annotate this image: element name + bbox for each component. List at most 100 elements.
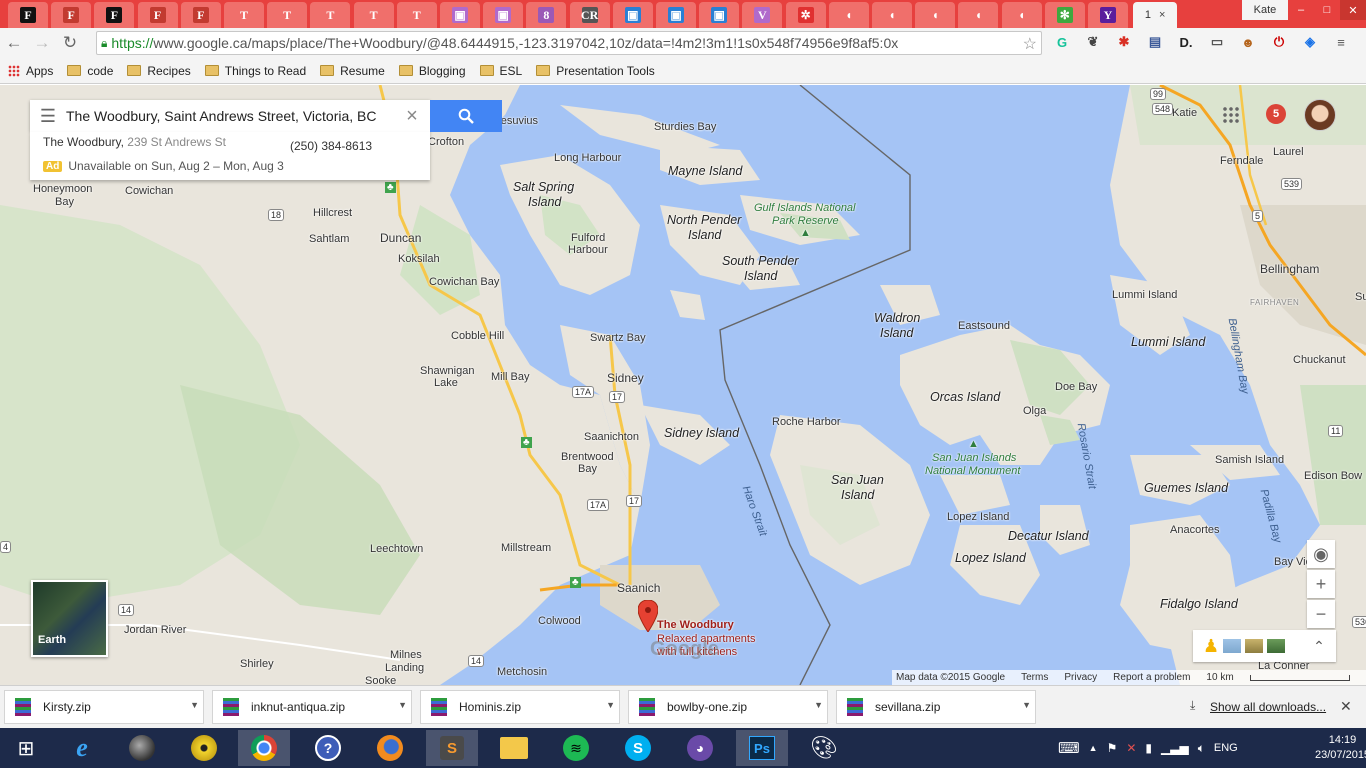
shield-extension-icon[interactable]: ◈ <box>1298 30 1322 54</box>
browser-tab[interactable]: ✲ <box>785 2 826 28</box>
grammarly-icon[interactable]: G <box>1050 30 1074 54</box>
browser-tab[interactable]: T <box>310 2 351 28</box>
browser-tab[interactable]: T <box>224 2 264 28</box>
browser-tab[interactable]: F <box>137 2 178 28</box>
system-clock[interactable]: 14:19 23/07/2015 <box>1315 733 1366 763</box>
browser-tab[interactable]: ◖ <box>1001 2 1042 28</box>
browser-tab[interactable]: F <box>94 2 135 28</box>
browser-tab[interactable]: F <box>180 2 221 28</box>
show-all-downloads-link[interactable]: Show all downloads... <box>1210 700 1326 714</box>
browser-tab[interactable]: T <box>396 2 437 28</box>
globe-app-taskbar-button[interactable] <box>116 730 168 766</box>
place-marker[interactable] <box>637 599 659 635</box>
cast-icon[interactable]: ▭ <box>1205 30 1229 54</box>
close-downloads-bar-button[interactable]: ✕ <box>1340 698 1352 715</box>
face-extension-icon[interactable]: ☻ <box>1236 30 1260 54</box>
search-input[interactable]: The Woodbury, Saint Andrews Street, Vict… <box>66 108 394 124</box>
hamburger-menu-icon[interactable]: ☰ <box>30 106 66 127</box>
browser-tab[interactable]: F <box>51 2 92 28</box>
browser-tab[interactable]: V <box>742 2 783 28</box>
bookmark-folder-things-to-read[interactable]: Things to Read <box>204 64 306 78</box>
show-hidden-icons-chevron-icon[interactable]: ▲ <box>1089 743 1098 753</box>
browser-tab[interactable]: T <box>267 2 308 28</box>
imagery-thumbnail[interactable] <box>1223 639 1242 653</box>
spotify-taskbar-button[interactable]: ≋ <box>550 730 602 766</box>
browser-tab[interactable]: 8 <box>526 2 567 28</box>
browser-tab[interactable]: T <box>353 2 394 28</box>
browser-tab[interactable]: ▣ <box>656 2 696 28</box>
download-item[interactable]: inknut-antiqua.zip ▼ <box>212 690 412 724</box>
download-menu-arrow-icon[interactable]: ▼ <box>606 700 615 710</box>
sublime-text-taskbar-button[interactable]: S <box>426 730 478 766</box>
reload-button[interactable]: ↻ <box>56 29 84 57</box>
signal-icon[interactable]: ▁▃▅ <box>1161 741 1189 755</box>
cat-app-taskbar-button[interactable]: ◕ <box>674 730 726 766</box>
close-window-button[interactable]: ✕ <box>1340 0 1366 20</box>
internet-explorer-taskbar-button[interactable]: e <box>56 730 108 766</box>
forward-button[interactable]: → <box>28 29 56 57</box>
d-extension-icon[interactable]: D. <box>1174 30 1198 54</box>
zoom-out-button[interactable]: − <box>1307 600 1335 628</box>
expand-chevron-icon[interactable]: ⌃ <box>1313 638 1325 655</box>
terms-link[interactable]: Terms <box>1021 672 1048 683</box>
bookmark-folder-code[interactable]: code <box>67 64 113 78</box>
firefox-taskbar-button[interactable] <box>364 730 416 766</box>
search-result-card[interactable]: The Woodbury, 239 St Andrews St (250) 38… <box>30 132 430 180</box>
power-extension-icon[interactable]: ⏻ <box>1267 30 1291 54</box>
street-view-imagery-strip[interactable]: ♟ ⌃ <box>1193 630 1336 662</box>
back-button[interactable]: ← <box>0 29 28 57</box>
earth-view-toggle[interactable]: Earth <box>31 580 108 657</box>
browser-tab[interactable]: ▣ <box>440 2 480 28</box>
chrome-taskbar-button[interactable] <box>238 730 290 766</box>
asterisk-extension-icon[interactable]: ✱ <box>1112 30 1136 54</box>
active-browser-tab[interactable]: 1 × <box>1133 2 1178 28</box>
pin-title[interactable]: The Woodbury <box>657 619 734 631</box>
browser-tab[interactable]: ▣ <box>612 2 653 28</box>
browser-tab[interactable]: F <box>8 2 48 28</box>
close-tab-icon[interactable]: × <box>1159 9 1165 21</box>
bookmark-folder-esl[interactable]: ESL <box>479 64 522 78</box>
download-item[interactable]: sevillana.zip ▼ <box>836 690 1036 724</box>
bookmark-folder-presentation-tools[interactable]: Presentation Tools <box>536 64 655 78</box>
bookmark-folder-blogging[interactable]: Blogging <box>398 64 466 78</box>
apps-launcher-icon[interactable] <box>1222 106 1240 124</box>
imagery-thumbnail[interactable] <box>1267 639 1286 653</box>
browser-tab[interactable]: ◖ <box>872 2 912 28</box>
imagery-thumbnail[interactable] <box>1245 639 1264 653</box>
download-menu-arrow-icon[interactable]: ▼ <box>398 700 407 710</box>
pegman-icon[interactable]: ♟ <box>1203 636 1219 657</box>
profile-name-button[interactable]: Kate <box>1242 0 1288 20</box>
chrome-menu-icon[interactable]: ≡ <box>1329 30 1353 54</box>
evernote-icon[interactable]: ❦ <box>1081 30 1105 54</box>
skype-taskbar-button[interactable]: S <box>612 730 664 766</box>
result-phone[interactable]: (250) 384-8613 <box>290 139 372 153</box>
start-button[interactable]: ⊞ <box>0 730 52 766</box>
notification-badge[interactable]: 5 <box>1266 104 1286 124</box>
browser-tab[interactable]: Y <box>1088 2 1128 28</box>
avatar[interactable] <box>1304 99 1336 131</box>
battery-icon[interactable]: ▮ <box>1145 741 1152 755</box>
download-item[interactable]: bowlby-one.zip ▼ <box>628 690 828 724</box>
volume-icon[interactable]: 🔈︎ <box>1198 741 1205 756</box>
download-menu-arrow-icon[interactable]: ▼ <box>190 700 199 710</box>
browser-tab[interactable]: ◖ <box>915 2 956 28</box>
bookmark-star-icon[interactable]: ☆ <box>1023 34 1037 54</box>
clear-search-icon[interactable]: × <box>394 105 430 128</box>
download-menu-arrow-icon[interactable]: ▼ <box>1022 700 1031 710</box>
input-language[interactable]: ENG <box>1214 742 1238 754</box>
my-location-button[interactable]: ◉ <box>1307 540 1335 568</box>
browser-tab[interactable]: ▣ <box>699 2 740 28</box>
search-button[interactable] <box>430 100 502 132</box>
help-app-taskbar-button[interactable]: ? <box>302 730 354 766</box>
browser-tab[interactable]: ▣ <box>483 2 524 28</box>
bookmark-folder-resume[interactable]: Resume <box>320 64 385 78</box>
download-menu-arrow-icon[interactable]: ▼ <box>814 700 823 710</box>
browser-tab[interactable]: ✻ <box>1044 2 1085 28</box>
address-bar[interactable]: 🔒︎ https:// www.google.ca/maps/place/The… <box>96 31 1042 55</box>
keyboard-icon[interactable]: ⌨ <box>1058 739 1080 757</box>
calendar-extension-icon[interactable]: ▤ <box>1143 30 1167 54</box>
minimize-button[interactable]: – <box>1288 0 1314 20</box>
browser-tab[interactable]: ◖ <box>958 2 999 28</box>
network-error-icon[interactable]: ✕ <box>1126 741 1136 755</box>
bookmark-apps[interactable]: Apps <box>8 64 53 78</box>
